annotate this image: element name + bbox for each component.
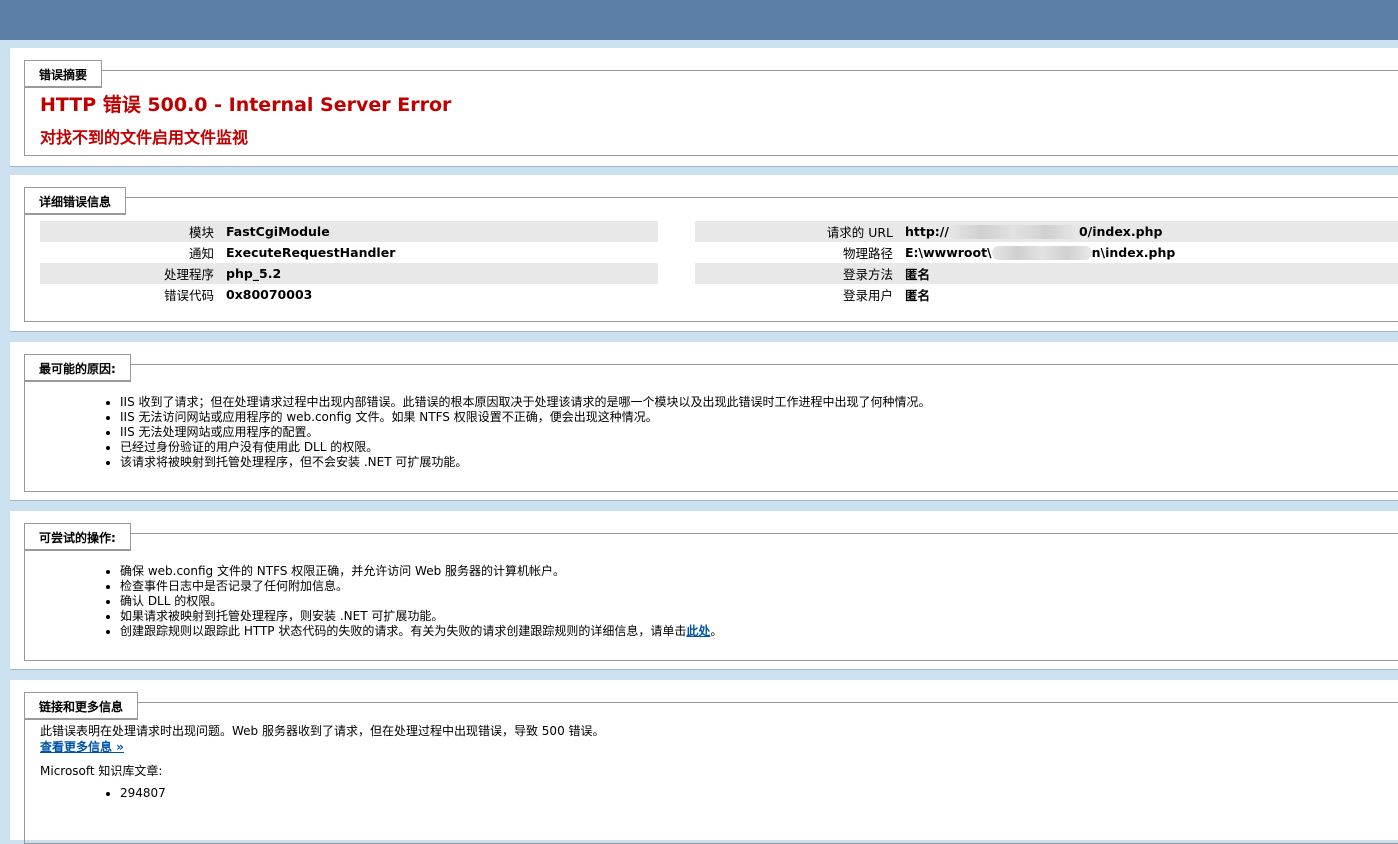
- error-title: HTTP 错误 500.0 - Internal Server Error: [40, 94, 452, 116]
- detail-label: 登录用户: [842, 288, 893, 303]
- list-item: 如果请求被映射到托管处理程序，则安装 .NET 可扩展功能。: [120, 609, 722, 624]
- actions-list: 确保 web.config 文件的 NTFS 权限正确，并允许访问 Web 服务…: [106, 564, 722, 639]
- list-item: 确保 web.config 文件的 NTFS 权限正确，并允许访问 Web 服务…: [120, 564, 722, 579]
- detail-row: 处理程序 php_5.2: [40, 263, 658, 284]
- click-here-link[interactable]: 此处: [686, 624, 710, 638]
- list-item: IIS 无法访问网站或应用程序的 web.config 文件。如果 NTFS 权…: [120, 410, 931, 425]
- error-subtitle: 对找不到的文件启用文件监视: [40, 128, 249, 147]
- detail-table-right: 请求的 URL http://0/index.php 物理路径 E:\wwwro…: [695, 221, 1398, 305]
- detail-value: php_5.2: [226, 263, 658, 284]
- detail-table-left: 模块 FastCgiModule 通知 ExecuteRequestHandle…: [40, 221, 658, 305]
- list-item: 检查事件日志中是否记录了任何附加信息。: [120, 579, 722, 594]
- list-item: 294807: [120, 786, 166, 801]
- detail-value: ExecuteRequestHandler: [226, 245, 396, 260]
- detail-label: 通知: [188, 246, 214, 261]
- kb-label: Microsoft 知识库文章:: [40, 764, 163, 778]
- detail-label: 请求的 URL: [695, 221, 905, 242]
- redacted-blur: [948, 225, 1079, 240]
- list-item: IIS 收到了请求；但在处理请求过程中出现内部错误。此错误的根本原因取决于处理该…: [120, 395, 931, 410]
- detail-label: 登录方法: [695, 263, 905, 284]
- detail-value: E:\wwwroot\ n\index.php: [905, 244, 1176, 261]
- list-item: 该请求将被映射到托管处理程序，但不会安装 .NET 可扩展功能。: [120, 455, 931, 470]
- list-item: 确认 DLL 的权限。: [120, 594, 722, 609]
- error-summary-section: 错误摘要 HTTP 错误 500.0 - Internal Server Err…: [10, 48, 1398, 167]
- redacted-blur: [991, 246, 1092, 261]
- detail-value: 匿名: [905, 288, 931, 303]
- detail-value: FastCgiModule: [226, 221, 658, 242]
- detail-value: http://0/index.php: [905, 221, 1398, 242]
- detail-value: 0x80070003: [226, 287, 313, 302]
- more-info-link[interactable]: 查看更多信息 »: [40, 740, 124, 754]
- causes-list: IIS 收到了请求；但在处理请求过程中出现内部错误。此错误的根本原因取决于处理该…: [106, 395, 931, 470]
- actions-section: 可尝试的操作: 确保 web.config 文件的 NTFS 权限正确，并允许访…: [10, 511, 1398, 670]
- detail-label: 模块: [40, 221, 226, 242]
- detail-row: 通知 ExecuteRequestHandler: [40, 242, 658, 263]
- causes-section: 最可能的原因: IIS 收到了请求；但在处理请求过程中出现内部错误。此错误的根本…: [10, 342, 1398, 501]
- detail-value: 匿名: [905, 263, 1398, 284]
- kb-list: 294807: [106, 786, 166, 801]
- detail-row: 请求的 URL http://0/index.php: [695, 221, 1398, 242]
- links-section: 链接和更多信息 此错误表明在处理请求时出现问题。Web 服务器收到了请求，但在处…: [10, 680, 1398, 844]
- detail-row: 登录用户 匿名: [695, 284, 1398, 305]
- causes-legend: 最可能的原因:: [24, 354, 131, 382]
- detail-label: 错误代码: [163, 288, 214, 303]
- links-legend: 链接和更多信息: [24, 692, 139, 720]
- list-item: 创建跟踪规则以跟踪此 HTTP 状态代码的失败的请求。有关为失败的请求创建跟踪规…: [120, 624, 722, 639]
- top-banner: [0, 0, 1398, 40]
- detail-label: 处理程序: [40, 263, 226, 284]
- detail-row: 模块 FastCgiModule: [40, 221, 658, 242]
- actions-legend: 可尝试的操作:: [24, 523, 131, 551]
- detail-section: 详细错误信息 模块 FastCgiModule 通知 ExecuteReques…: [10, 175, 1398, 332]
- list-item: IIS 无法处理网站或应用程序的配置。: [120, 425, 931, 440]
- links-description: 此错误表明在处理请求时出现问题。Web 服务器收到了请求，但在处理过程中出现错误…: [40, 724, 605, 738]
- list-item: 已经过身份验证的用户没有使用此 DLL 的权限。: [120, 440, 931, 455]
- detail-legend: 详细错误信息: [24, 187, 127, 215]
- detail-row: 物理路径 E:\wwwroot\ n\index.php: [695, 242, 1398, 263]
- detail-row: 登录方法 匿名: [695, 263, 1398, 284]
- detail-row: 错误代码 0x80070003: [40, 284, 658, 305]
- summary-legend: 错误摘要: [24, 60, 103, 88]
- detail-label: 物理路径: [842, 246, 893, 261]
